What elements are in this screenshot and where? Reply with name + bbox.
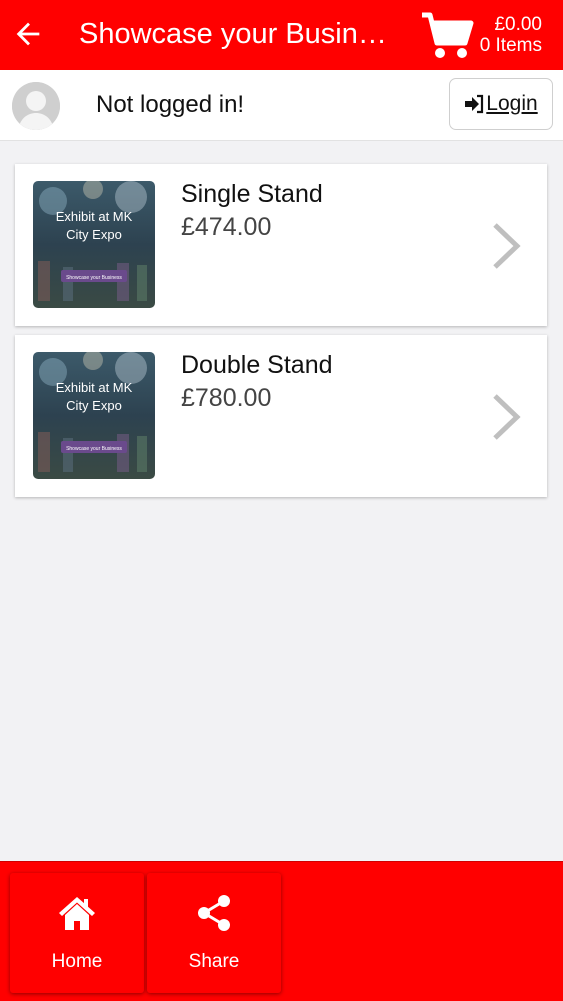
home-icon: [59, 897, 95, 930]
login-status-text: Not logged in!: [96, 91, 245, 118]
product-price: £474.00: [181, 213, 272, 241]
home-button[interactable]: Home: [10, 873, 144, 993]
user-bar: Not logged in! Login: [0, 70, 563, 141]
thumb-cta: Showcase your Business: [66, 275, 122, 281]
product-card-single-stand[interactable]: Exhibit at MK City Expo Showcase your Bu…: [15, 164, 547, 326]
share-label: Share: [188, 951, 240, 972]
home-label: Home: [51, 951, 103, 972]
cart-item-count: 0 Items: [479, 35, 542, 56]
sign-in-icon: [465, 94, 484, 114]
chevron-right-icon: [493, 223, 521, 269]
thumb-cta: Showcase your Business: [66, 446, 122, 452]
expo-thumbnail-image: Exhibit at MK City Expo Showcase your Bu…: [33, 181, 155, 308]
thumb-heading-line1: Exhibit at MK: [56, 209, 133, 224]
expo-thumbnail-image: Exhibit at MK City Expo Showcase your Bu…: [33, 352, 155, 479]
cart-button[interactable]: £0.00 0 Items: [420, 8, 560, 64]
product-thumbnail: Exhibit at MK City Expo Showcase your Bu…: [33, 181, 155, 308]
product-card-double-stand[interactable]: Exhibit at MK City Expo Showcase your Bu…: [15, 335, 547, 497]
page-title: Showcase your Busine...: [79, 18, 394, 50]
avatar-icon: [12, 82, 60, 130]
thumb-heading-line2: City Expo: [66, 227, 122, 242]
back-button[interactable]: [8, 14, 48, 54]
cart-icon: [422, 12, 474, 58]
product-thumbnail: Exhibit at MK City Expo Showcase your Bu…: [33, 352, 155, 479]
share-icon: [198, 895, 230, 931]
product-price: £780.00: [181, 384, 272, 412]
thumb-heading-line2: City Expo: [66, 398, 122, 413]
cart-total: £0.00: [494, 14, 542, 35]
arrow-left-icon: [16, 22, 40, 46]
avatar: [12, 82, 60, 130]
login-label: Login: [486, 92, 538, 115]
login-button[interactable]: Login: [449, 78, 553, 130]
share-button[interactable]: Share: [147, 873, 281, 993]
chevron-right-icon: [493, 394, 521, 440]
product-name: Double Stand: [181, 351, 333, 379]
thumb-heading-line1: Exhibit at MK: [56, 380, 133, 395]
app-header: Showcase your Busine... £0.00 0 Items: [0, 0, 563, 70]
product-name: Single Stand: [181, 180, 323, 208]
bottom-nav: Home Share: [0, 861, 563, 1001]
